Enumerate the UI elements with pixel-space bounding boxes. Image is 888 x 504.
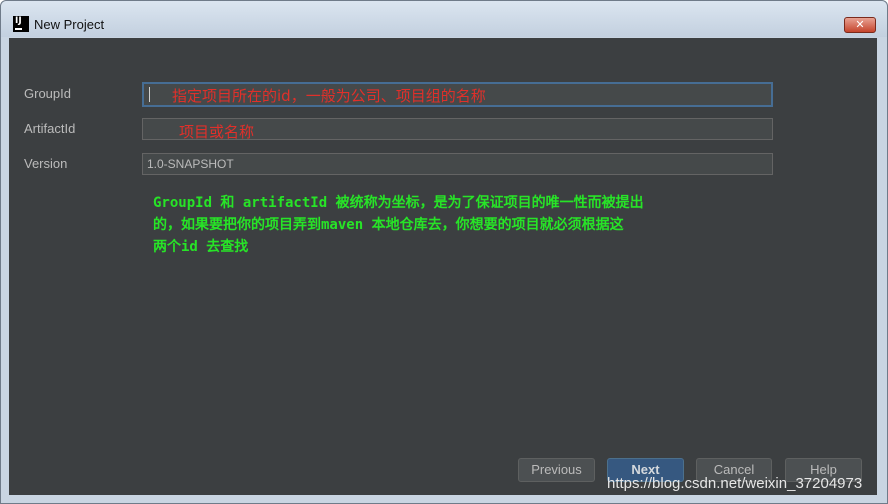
artifactid-label: ArtifactId — [24, 121, 76, 136]
coordinate-note: GroupId 和 artifactId 被统称为坐标，是为了保证项目的唯一性而… — [153, 192, 753, 258]
note-line: 两个id 去查找 — [153, 239, 249, 255]
version-input[interactable]: 1.0-SNAPSHOT — [142, 153, 773, 175]
title-bar: IJ New Project ✕ — [1, 1, 887, 37]
groupid-label: GroupId — [24, 86, 71, 101]
version-label: Version — [24, 156, 68, 171]
text-caret — [149, 87, 150, 102]
watermark-text: https://blog.csdn.net/weixin_37204973 — [607, 475, 863, 492]
previous-button[interactable]: Previous — [518, 458, 595, 482]
note-line: GroupId 和 artifactId 被统称为坐标，是为了保证项目的唯一性而… — [153, 195, 644, 211]
groupid-annotation: 指定项目所在的id，一般为公司、项目组的名称 — [172, 87, 486, 105]
window-title: New Project — [34, 17, 105, 32]
note-line: 的，如果要把你的项目弄到maven 本地仓库去，你想要的项目就必须根据这 — [153, 217, 624, 233]
dialog-content: GroupId 指定项目所在的id，一般为公司、项目组的名称 ArtifactI… — [9, 38, 877, 495]
intellij-app-icon: IJ — [13, 16, 29, 32]
close-icon[interactable]: ✕ — [844, 17, 876, 33]
artifactid-annotation: 项目或名称 — [179, 123, 255, 141]
new-project-dialog: IJ New Project ✕ GroupId 指定项目所在的id，一般为公司… — [0, 0, 888, 504]
